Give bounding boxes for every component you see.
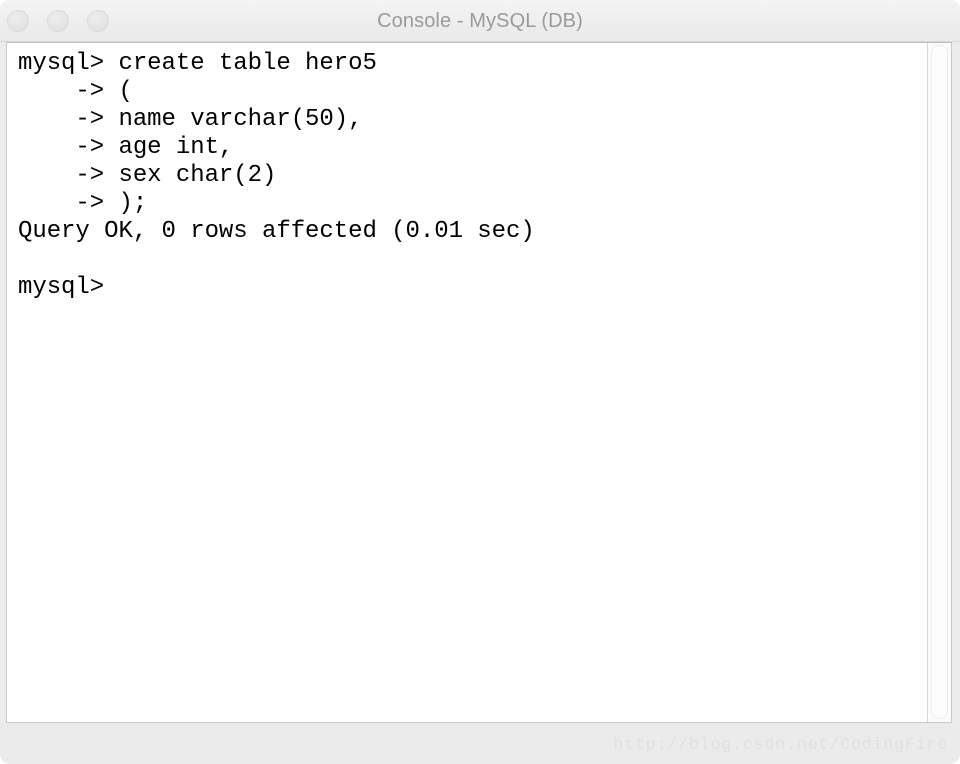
console-window: Console - MySQL (DB) mysql> create table… (0, 0, 960, 764)
console-frame: mysql> create table hero5 -> ( -> name v… (6, 42, 952, 723)
vertical-scrollbar[interactable] (927, 43, 951, 722)
window-footer: http://blog.csdn.net/CodingFire (0, 723, 960, 764)
scrollbar-thumb[interactable] (931, 45, 948, 719)
window-titlebar[interactable]: Console - MySQL (DB) (0, 0, 960, 42)
watermark-text: http://blog.csdn.net/CodingFire (613, 736, 948, 755)
window-title: Console - MySQL (DB) (377, 10, 583, 32)
terminal-output[interactable]: mysql> create table hero5 -> ( -> name v… (7, 43, 927, 722)
